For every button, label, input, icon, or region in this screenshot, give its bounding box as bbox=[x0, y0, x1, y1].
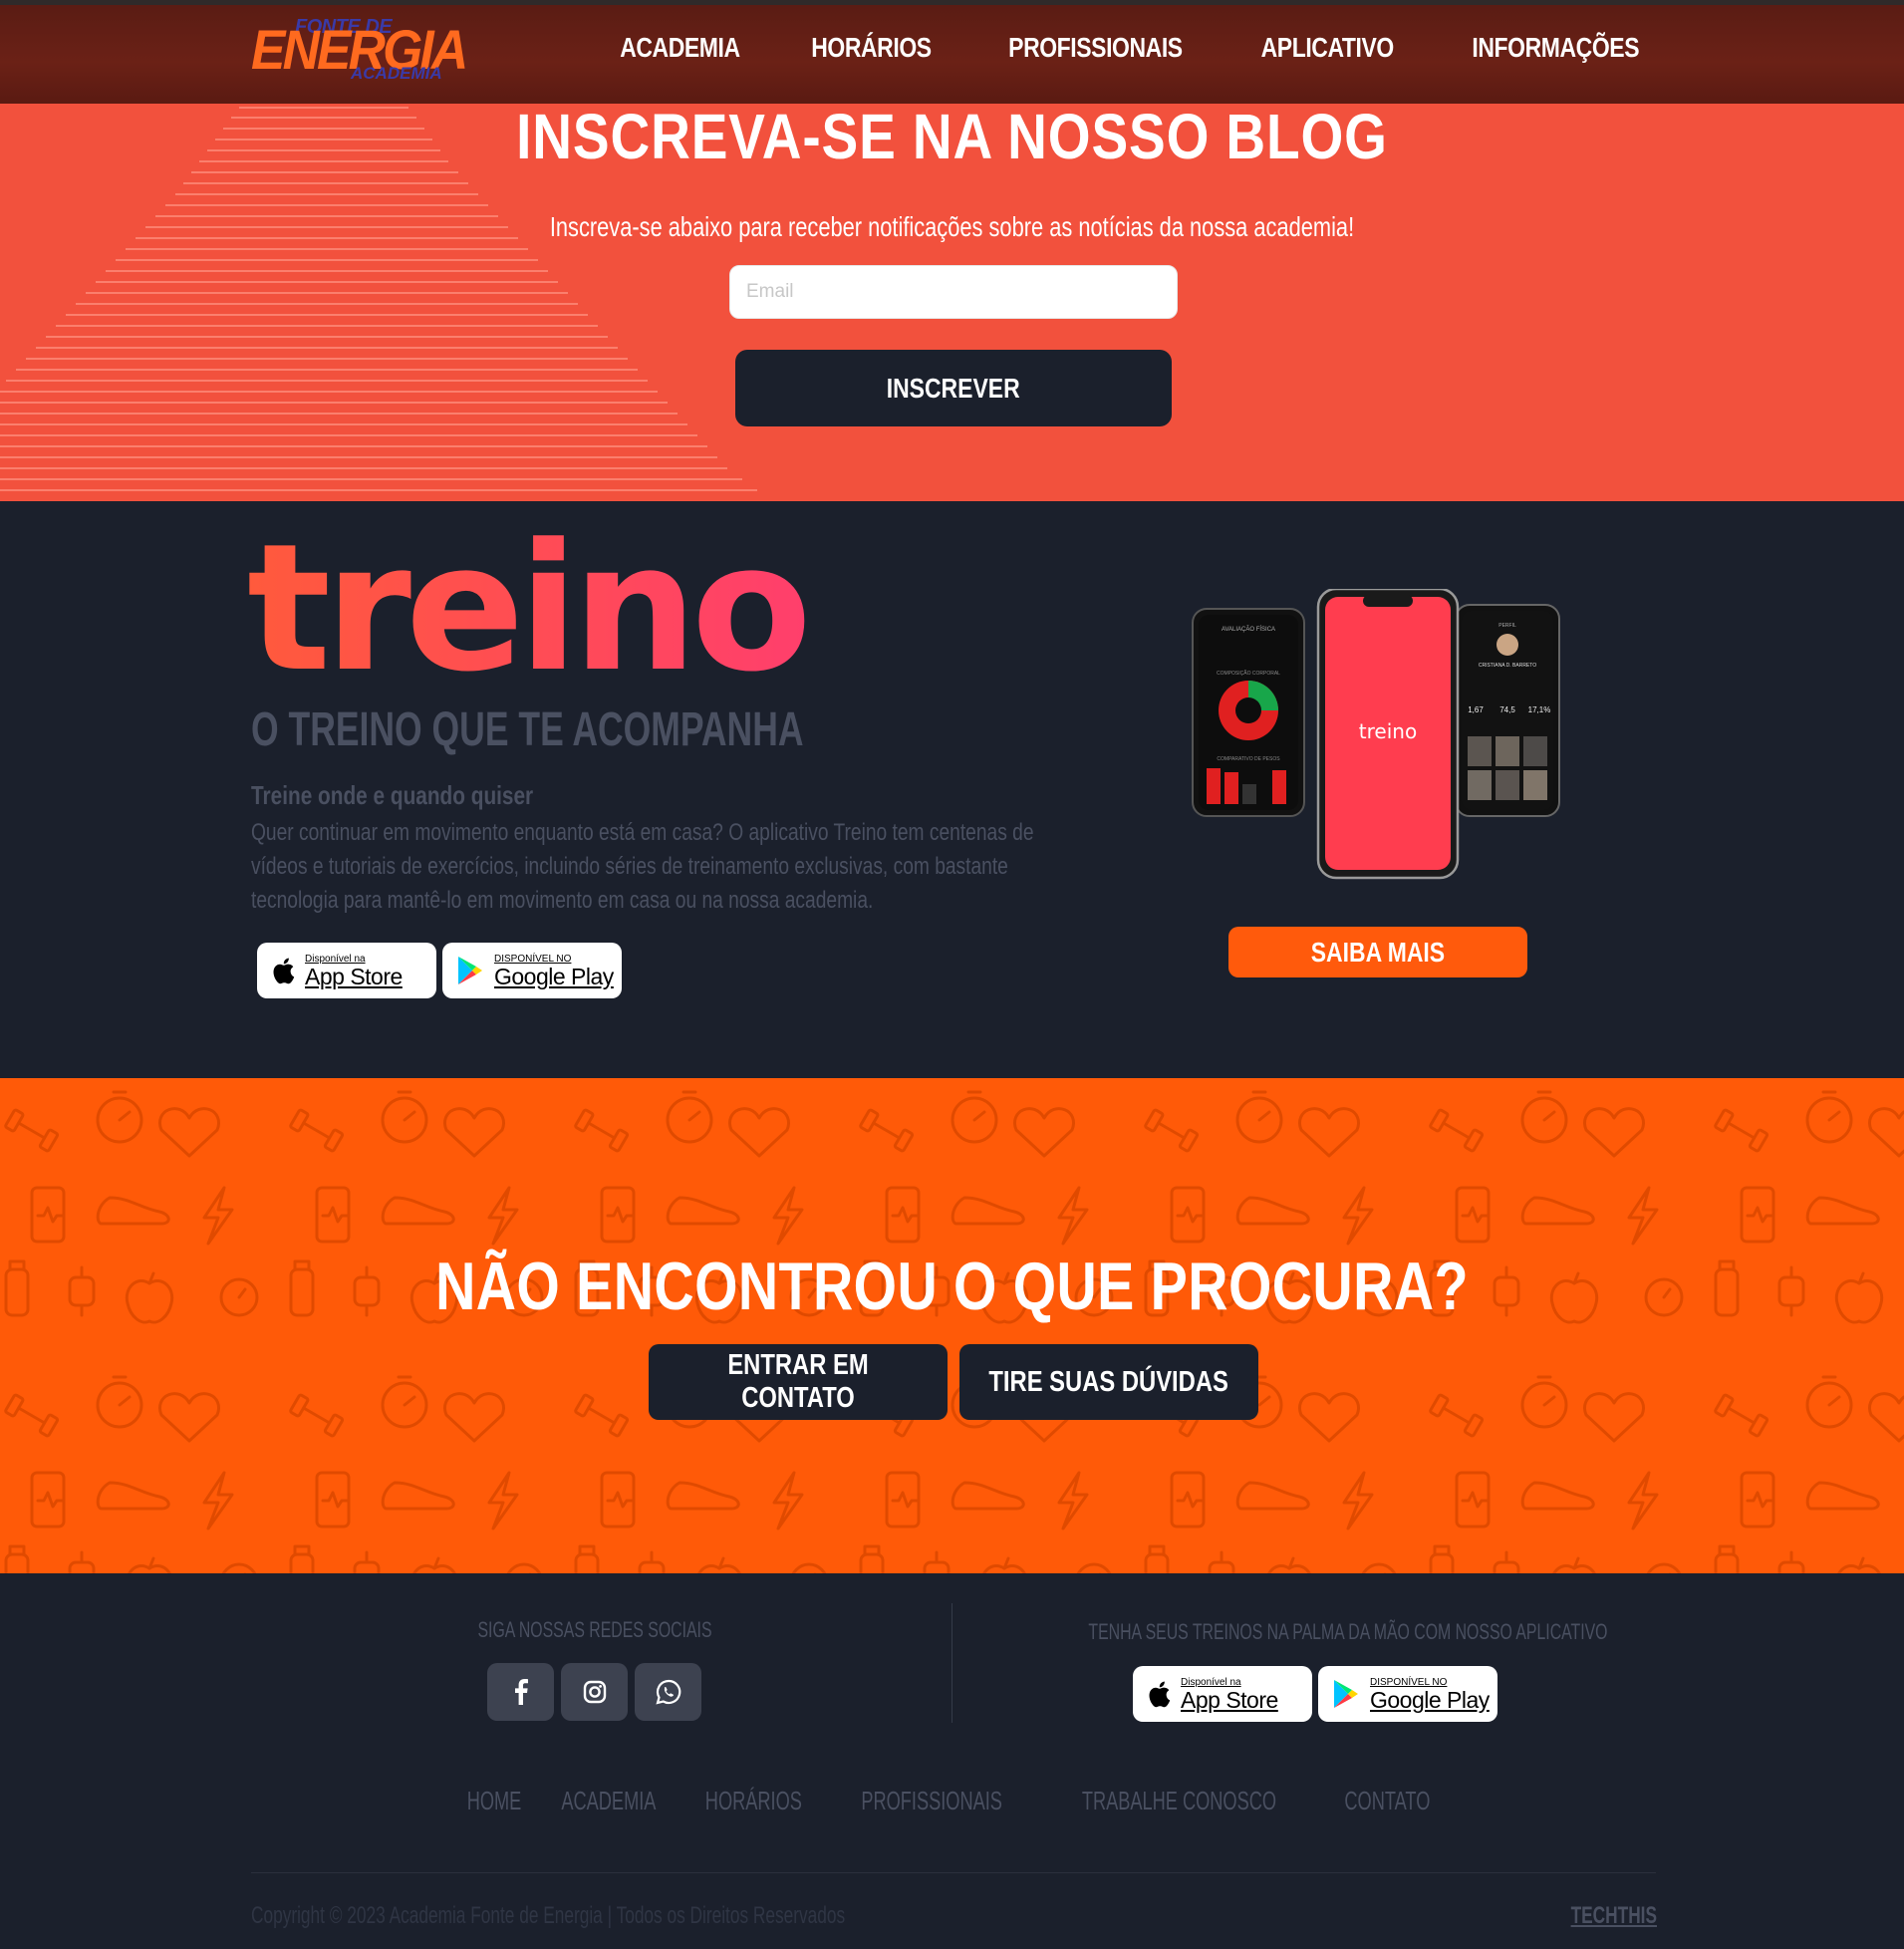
footer-link-horarios[interactable]: HORÁRIOS bbox=[705, 1786, 802, 1816]
copyright-text: Copyright © 2023 Academia Fonte de Energ… bbox=[251, 1902, 846, 1929]
subscribe-button-label: INSCREVER bbox=[887, 372, 1020, 404]
saiba-mais-label: SAIBA MAIS bbox=[1310, 936, 1446, 968]
phone-left-chart1: COMPOSIÇÃO CORPORAL bbox=[1217, 670, 1280, 677]
instagram-button[interactable] bbox=[561, 1663, 628, 1721]
treino-app-section: treino O TREINO QUE TE ACOMPANHA Treine … bbox=[0, 501, 1904, 1078]
logo-line3: ACADEMIA bbox=[351, 64, 442, 83]
google-play-icon bbox=[1334, 1680, 1358, 1708]
site-footer: SIGA NOSSAS REDES SOCIAIS TENHA SEUS TRE… bbox=[0, 1573, 1904, 1949]
appstore-small-text: Disponível na bbox=[305, 953, 366, 965]
phone-center: treino bbox=[1316, 589, 1460, 880]
phone-left-header: AVALIAÇÃO FÍSICA bbox=[1222, 626, 1275, 633]
app-store-badge[interactable]: Disponível na App Store bbox=[257, 943, 436, 998]
footer-google-play-badge[interactable]: DISPONÍVEL NO Google Play bbox=[1318, 1666, 1497, 1722]
footer-app-title: TENHA SEUS TREINOS NA PALMA DA MÃO COM N… bbox=[1088, 1619, 1608, 1644]
whatsapp-icon bbox=[655, 1679, 680, 1705]
google-play-icon bbox=[458, 957, 482, 984]
nav-item-informacoes[interactable]: INFORMAÇÕES bbox=[1472, 32, 1639, 64]
footer-link-academia[interactable]: ACADEMIA bbox=[562, 1786, 657, 1816]
phone-right: PERFIL CRISTIANA D. BARRETO 1,67 74,5 17… bbox=[1455, 604, 1560, 817]
footer-appstore-small: Disponível na bbox=[1181, 1676, 1241, 1688]
facebook-icon bbox=[514, 1679, 528, 1705]
google-play-badge[interactable]: DISPONÍVEL NO Google Play bbox=[442, 943, 622, 998]
blog-subtitle: Inscreva-se abaixo para receber notifica… bbox=[549, 211, 1355, 242]
email-field[interactable] bbox=[729, 265, 1178, 319]
fitness-pattern-background bbox=[0, 1078, 1904, 1573]
contact-cta-section: NÃO ENCONTROU O QUE PROCURA? ENTRAR EM C… bbox=[0, 1078, 1904, 1573]
faq-button-label: TIRE SUAS DÚVIDAS bbox=[988, 1365, 1229, 1398]
academy-logo[interactable]: FONTE DE ENERGIA ACADEMIA bbox=[251, 14, 468, 86]
whatsapp-button[interactable] bbox=[635, 1663, 701, 1721]
nav-item-profissionais[interactable]: PROFISSIONAIS bbox=[1008, 32, 1183, 64]
phone-left-chart2: COMPARATIVO DE PESOS bbox=[1217, 756, 1280, 762]
contact-button[interactable]: ENTRAR EM CONTATO bbox=[649, 1344, 948, 1420]
phone-right-stat1: 1,67 bbox=[1468, 705, 1484, 714]
footer-bottom-divider bbox=[251, 1872, 1656, 1873]
phone-left: AVALIAÇÃO FÍSICA COMPOSIÇÃO CORPORAL COM… bbox=[1192, 608, 1305, 817]
faq-button[interactable]: TIRE SUAS DÚVIDAS bbox=[959, 1344, 1258, 1420]
apple-icon bbox=[273, 958, 295, 984]
main-nav: ACADEMIA HORÁRIOS PROFISSIONAIS APLICATI… bbox=[607, 32, 1657, 64]
phone-right-name: CRISTIANA D. BARRETO bbox=[1479, 663, 1536, 669]
footer-link-home[interactable]: HOME bbox=[467, 1786, 522, 1816]
apple-icon bbox=[1149, 1681, 1171, 1708]
instagram-icon bbox=[583, 1680, 606, 1704]
app-phones-mockup: AVALIAÇÃO FÍSICA COMPOSIÇÃO CORPORAL COM… bbox=[1192, 589, 1560, 880]
footer-link-profissionais[interactable]: PROFISSIONAIS bbox=[861, 1786, 1002, 1816]
footer-link-trabalhe-conosco[interactable]: TRABALHE CONOSCO bbox=[1082, 1786, 1276, 1816]
app-tagline: O TREINO QUE TE ACOMPANHA bbox=[251, 703, 804, 756]
nav-item-horarios[interactable]: HORÁRIOS bbox=[811, 32, 932, 64]
feature-description: Quer continuar em movimento enquanto est… bbox=[251, 819, 1034, 914]
developer-credit-link[interactable]: TECHTHIS bbox=[1571, 1902, 1657, 1930]
appstore-big-text: App Store bbox=[305, 963, 403, 989]
saiba-mais-button[interactable]: SAIBA MAIS bbox=[1228, 927, 1527, 977]
phone-right-header: PERFIL bbox=[1498, 623, 1516, 629]
facebook-button[interactable] bbox=[487, 1663, 554, 1721]
googleplay-big-text: Google Play bbox=[494, 963, 614, 989]
phone-right-stat2: 74,5 bbox=[1499, 705, 1515, 714]
top-navbar: FONTE DE ENERGIA ACADEMIA ACADEMIA HORÁR… bbox=[0, 0, 1904, 104]
footer-nav: HOME ACADEMIA HORÁRIOS PROFISSIONAIS TRA… bbox=[0, 1786, 1904, 1816]
subscribe-button[interactable]: INSCREVER bbox=[735, 350, 1172, 426]
footer-link-contato[interactable]: CONTATO bbox=[1344, 1786, 1430, 1816]
social-title: SIGA NOSSAS REDES SOCIAIS bbox=[477, 1617, 712, 1642]
blog-title: INSCREVA-SE NA NOSSO BLOG bbox=[516, 104, 1388, 172]
feature-title: Treine onde e quando quiser bbox=[251, 780, 534, 810]
footer-app-store-badge[interactable]: Disponível na App Store bbox=[1133, 1666, 1312, 1722]
blog-subscribe-section: INSCREVA-SE NA NOSSO BLOG Inscreva-se ab… bbox=[0, 104, 1904, 501]
nav-item-academia[interactable]: ACADEMIA bbox=[621, 32, 741, 64]
treino-logo: treino bbox=[247, 506, 812, 710]
contact-button-label: ENTRAR EM CONTATO bbox=[727, 1349, 869, 1414]
nav-item-aplicativo[interactable]: APLICATIVO bbox=[1261, 32, 1395, 64]
footer-appstore-big: App Store bbox=[1181, 1686, 1278, 1713]
phone-right-stat3: 17,1% bbox=[1528, 705, 1551, 714]
cta-title: NÃO ENCONTROU O QUE PROCURA? bbox=[435, 1249, 1469, 1324]
footer-googleplay-big: Google Play bbox=[1370, 1686, 1490, 1713]
googleplay-small-text: DISPONÍVEL NO bbox=[494, 953, 572, 965]
phone-center-logo: treino bbox=[1359, 719, 1417, 743]
footer-googleplay-small: DISPONÍVEL NO bbox=[1370, 1676, 1448, 1688]
